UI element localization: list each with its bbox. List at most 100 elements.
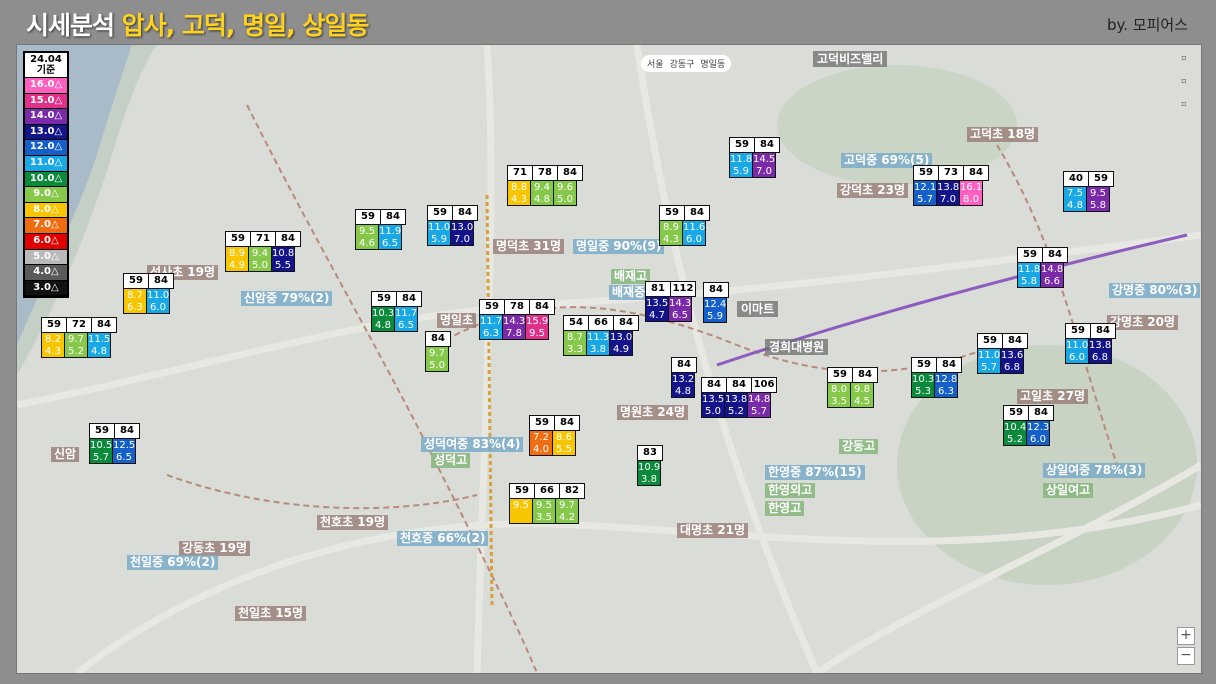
apartment-box: 84 12.4 5.9 [703, 282, 729, 323]
author-byline: by. 모피어스 [1107, 16, 1188, 34]
area-size-label: 84 [754, 137, 780, 153]
apartment-box: 59 84 11.8 5.9 14.5 7.0 [729, 137, 780, 178]
place-label: 이마트 [737, 301, 779, 317]
legend-row: 6.0△ [25, 233, 67, 250]
school-tag: 한영중 87%(15) [765, 465, 865, 480]
area-size-label: 84 [557, 165, 583, 181]
price-cell: 9.8 4.5 [850, 382, 874, 408]
apartment-box: 59 73 84 12.1 5.7 13.8 7.0 16.1 8.0 [913, 165, 989, 206]
area-size-label: 73 [938, 165, 964, 181]
apartment-box: 59 72 84 8.2 4.3 9.7 5.2 11.5 4.8 [41, 317, 117, 358]
area-size-label: 84 [425, 331, 451, 347]
area-size-label: 59 [225, 231, 251, 247]
price-cell: 10.5 5.7 [89, 438, 113, 464]
school-tag: 고덕초 18명 [967, 127, 1039, 142]
price-cell: 12.4 5.9 [703, 297, 727, 323]
price-cell: 10.4 5.2 [1003, 420, 1027, 446]
legend-row: 12.0△ [25, 140, 67, 156]
price-legend: 24.04 기준 16.0△ 15.0△ 14.0△ 13.0△ 12.0△ 11.0△ 10… [23, 51, 69, 299]
apartment-box: 84 84 106 13.5 5.0 13.8 5.2 14.8 5.7 [701, 377, 777, 418]
price-cell: 9.4 4.8 [530, 180, 554, 206]
area-size-label: 106 [751, 377, 777, 393]
price-cell: 11.7 6.3 [479, 314, 503, 340]
side-btn-2[interactable]: ▫ [1173, 76, 1195, 85]
school-tag: 명일초 [437, 313, 477, 328]
price-cell: 15.9 9.5 [525, 314, 549, 340]
school-tag: 천일초 15명 [235, 606, 307, 621]
area-size-label: 84 [726, 377, 752, 393]
school-tag: 고일초 27명 [1017, 389, 1089, 404]
legend-row: 4.0△ [25, 265, 67, 281]
area-size-label: 84 [701, 377, 727, 393]
price-cell: 11.0 5.9 [427, 220, 451, 246]
area-size-label: 84 [275, 231, 301, 247]
price-cell: 9.7 5.0 [425, 346, 449, 372]
title-white: 시세분석 [26, 11, 115, 40]
price-cell: 11.8 5.8 [1017, 262, 1041, 288]
zoom-controls[interactable]: + − [1177, 625, 1195, 665]
area-size-label: 84 [1042, 247, 1068, 263]
school-tag: 배재중 [609, 285, 649, 300]
area-size-label: 84 [703, 282, 729, 298]
area-size-label: 59 [41, 317, 67, 333]
title-highlight: 압사, 고덕, 명일, 상일동 [121, 11, 370, 40]
apartment-box: 71 78 84 8.8 4.3 9.4 4.8 9.6 5.0 [507, 165, 583, 206]
price-cell: 12.3 6.0 [1026, 420, 1050, 446]
price-cell: 8.8 4.3 [507, 180, 531, 206]
chip-city[interactable]: 서울 [647, 57, 664, 70]
zoom-in-button[interactable]: + [1177, 627, 1195, 645]
apartment-box: 59 84 10.3 4.8 11.7 6.5 [371, 291, 422, 332]
apartment-box: 59 84 10.4 5.2 12.3 6.0 [1003, 405, 1054, 446]
area-size-label: 84 [1090, 323, 1116, 339]
area-size-label: 84 [91, 317, 117, 333]
side-btn-3[interactable]: ▫ [1173, 99, 1195, 108]
area-size-label: 78 [504, 299, 530, 315]
price-cell: 9.5 4.6 [355, 224, 379, 250]
area-size-label: 72 [66, 317, 92, 333]
area-size-label: 71 [507, 165, 533, 181]
price-cell: 13.5 4.7 [645, 296, 669, 322]
apartment-box: 59 84 8.9 4.3 11.6 6.0 [659, 205, 710, 246]
area-size-label: 84 [963, 165, 989, 181]
area-size-label: 84 [452, 205, 478, 221]
school-tag: 명덕초 31명 [493, 239, 565, 254]
legend-row: 13.0△ [25, 124, 67, 141]
legend-title: 24.04 기준 [25, 53, 67, 78]
area-size-label: 59 [355, 209, 381, 225]
apartment-box: 59 84 11.0 6.0 13.8 6.8 [1065, 323, 1116, 364]
chip-dong[interactable]: 명일동 [700, 57, 725, 70]
area-size-label: 82 [559, 483, 585, 499]
price-cell: 11.9 6.5 [378, 224, 402, 250]
price-cell: 8.0 3.5 [827, 382, 851, 408]
area-size-label: 84 [671, 357, 697, 373]
apartment-box: 59 84 7.2 4.0 8.6 5.5 [529, 415, 580, 456]
chip-district[interactable]: 강동구 [670, 57, 695, 70]
school-tag: 상일여고 [1043, 483, 1094, 498]
price-cell: 10.3 4.8 [371, 306, 395, 332]
zoom-out-button[interactable]: − [1177, 647, 1195, 665]
apartment-box: 59 84 9.5 4.6 11.9 6.5 [355, 209, 406, 250]
price-cell: 13.0 7.0 [450, 220, 474, 246]
area-size-label: 59 [509, 483, 535, 499]
school-tag: 성덕여중 83%(4) [421, 437, 524, 452]
side-btn-1[interactable]: ▫ [1173, 53, 1195, 62]
price-cell: 13.8 7.0 [936, 180, 960, 206]
school-tag: 천호중 66%(2) [397, 531, 489, 546]
breadcrumb-chips[interactable]: 서울 강동구 명일동 [641, 55, 732, 72]
area-size-label: 59 [659, 205, 685, 221]
price-cell: 13.5 5.0 [701, 392, 725, 418]
area-size-label: 59 [123, 273, 149, 289]
area-size-label: 83 [637, 445, 663, 461]
area-size-label: 84 [380, 209, 406, 225]
price-cell: 13.6 6.8 [1000, 348, 1024, 374]
map-canvas[interactable]: 서울 강동구 명일동 24.04 기준 16.0△ 15.0△ 14.0△ 13.0△ 1… [16, 44, 1202, 674]
map-side-toolbar[interactable]: ▫ ▫ ▫ [1173, 53, 1195, 122]
price-cell: 14.5 7.0 [752, 152, 776, 178]
area-size-label: 84 [613, 315, 639, 331]
price-cell: 10.8 5.5 [271, 246, 295, 272]
area-size-label: 59 [911, 357, 937, 373]
area-size-label: 84 [936, 357, 962, 373]
apartment-box: 59 71 84 8.9 4.9 9.4 5.0 10.8 5.5 [225, 231, 301, 272]
price-cell: 11.5 4.8 [87, 332, 111, 358]
price-cell: 7.5 4.8 [1063, 186, 1087, 212]
